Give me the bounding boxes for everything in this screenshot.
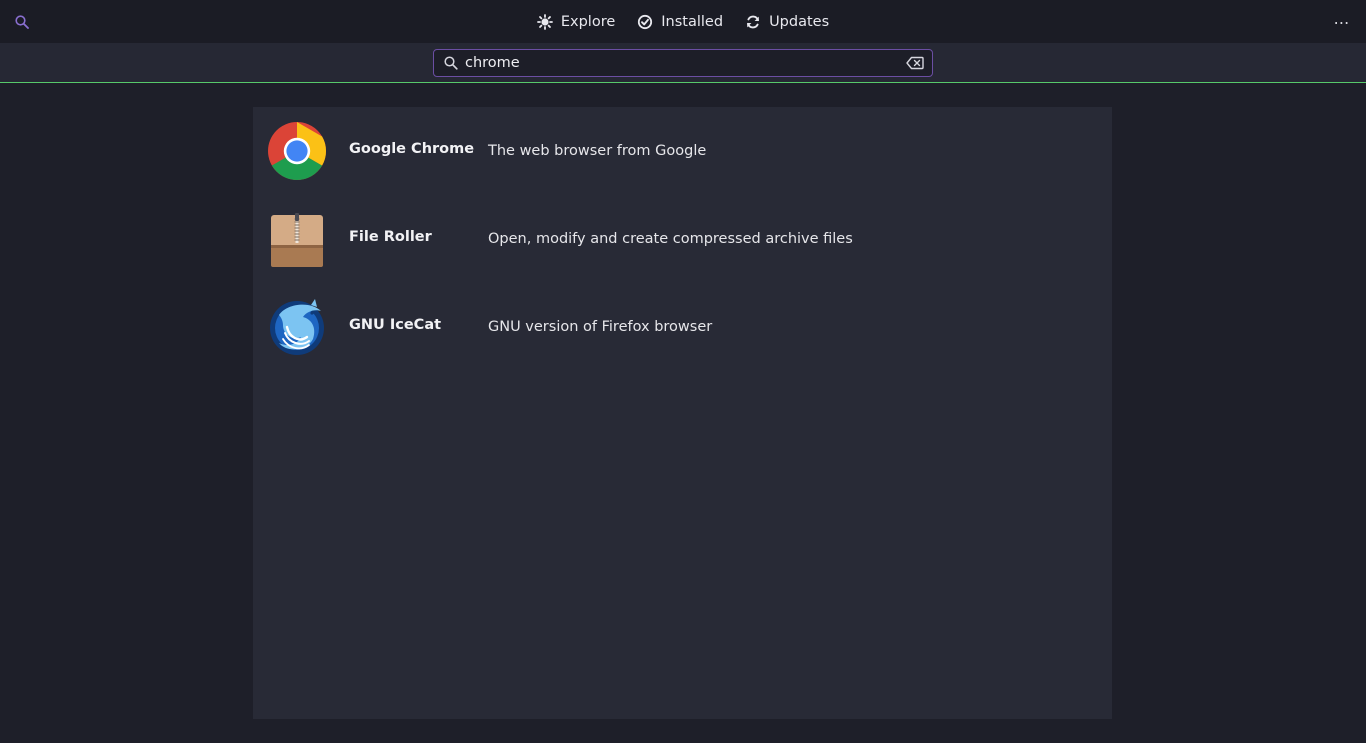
more-icon: ⋯ [1333,12,1351,32]
check-circle-icon [638,14,653,29]
search-entry[interactable] [433,49,933,77]
app-name: Google Chrome [349,141,475,157]
app-row-file-roller[interactable]: File Roller Open, modify and create comp… [253,195,1112,283]
tab-installed-label: Installed [661,13,724,30]
app-row-google-chrome[interactable]: Google Chrome The web browser from Googl… [253,107,1112,195]
search-entry-icon [444,56,458,70]
search-results-list: Google Chrome The web browser from Googl… [253,107,1112,719]
main-menu-button[interactable]: ⋯ [1330,10,1354,34]
app-summary: Open, modify and create compressed archi… [488,231,853,247]
icecat-app-icon [267,297,327,357]
search-input[interactable] [458,50,906,76]
view-switcher: Explore Installed Updates [0,0,1366,43]
tab-updates-label: Updates [769,13,830,30]
tab-explore[interactable]: Explore [526,0,626,43]
refresh-icon [747,15,760,28]
explore-icon [536,13,553,30]
content-area: Google Chrome The web browser from Googl… [0,84,1366,743]
tab-installed[interactable]: Installed [626,0,734,43]
app-name: File Roller [349,229,432,245]
clear-search-icon[interactable] [906,56,924,70]
archive-app-icon [267,209,327,269]
header-bar: Explore Installed Updates ⋯ [0,0,1366,43]
app-row-gnu-icecat[interactable]: GNU IceCat GNU version of Firefox browse… [253,283,1112,371]
app-summary: The web browser from Google [488,143,707,159]
tab-updates[interactable]: Updates [734,0,840,43]
search-bar [0,43,1366,83]
chrome-app-icon [267,121,327,181]
tab-explore-label: Explore [560,13,616,30]
app-name: GNU IceCat [349,317,442,333]
app-summary: GNU version of Firefox browser [488,319,713,335]
